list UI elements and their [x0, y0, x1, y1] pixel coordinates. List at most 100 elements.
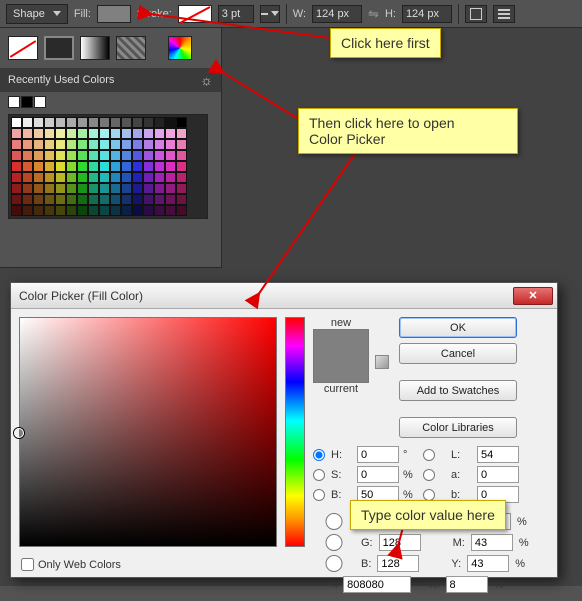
swatch[interactable]: [33, 117, 44, 128]
swatch[interactable]: [154, 161, 165, 172]
add-to-swatches-button[interactable]: Add to Swatches: [399, 380, 517, 401]
swatch[interactable]: [22, 205, 33, 216]
swatch[interactable]: [176, 117, 187, 128]
bh-radio[interactable]: [313, 489, 325, 501]
swatch[interactable]: [11, 194, 22, 205]
b-radio[interactable]: [423, 489, 435, 501]
swatch[interactable]: [176, 172, 187, 183]
r-radio[interactable]: [313, 513, 355, 530]
swatch[interactable]: [88, 150, 99, 161]
ok-button[interactable]: OK: [399, 317, 517, 338]
only-web-colors-checkbox[interactable]: Only Web Colors: [21, 558, 121, 571]
fill-pattern-button[interactable]: [116, 36, 146, 60]
swatch[interactable]: [88, 161, 99, 172]
fill-solid-button[interactable]: [44, 36, 74, 60]
m-input[interactable]: [471, 534, 513, 551]
swatch[interactable]: [55, 117, 66, 128]
swatch[interactable]: [154, 183, 165, 194]
swatch[interactable]: [110, 205, 121, 216]
height-input[interactable]: [402, 5, 452, 23]
recent-swatch[interactable]: [34, 96, 46, 108]
swatch[interactable]: [176, 128, 187, 139]
color-libraries-button[interactable]: Color Libraries: [399, 417, 517, 438]
swatch[interactable]: [33, 128, 44, 139]
swatch[interactable]: [154, 194, 165, 205]
l-radio[interactable]: [423, 449, 435, 461]
swatch[interactable]: [77, 161, 88, 172]
swatch[interactable]: [110, 139, 121, 150]
swatch[interactable]: [33, 150, 44, 161]
hex-input[interactable]: [343, 576, 411, 593]
a-input[interactable]: [477, 466, 519, 483]
swatch[interactable]: [165, 128, 176, 139]
swatch[interactable]: [99, 183, 110, 194]
swatch[interactable]: [121, 172, 132, 183]
swatch[interactable]: [44, 183, 55, 194]
swatch[interactable]: [154, 205, 165, 216]
swatch[interactable]: [121, 150, 132, 161]
swatch[interactable]: [33, 183, 44, 194]
swatch[interactable]: [77, 139, 88, 150]
sv-picker-handle[interactable]: [14, 428, 24, 438]
swatch[interactable]: [121, 139, 132, 150]
swatch[interactable]: [55, 183, 66, 194]
swatch[interactable]: [22, 194, 33, 205]
hue-slider[interactable]: [285, 317, 305, 547]
swatch[interactable]: [88, 183, 99, 194]
g-radio[interactable]: [313, 534, 355, 551]
swatch[interactable]: [143, 161, 154, 172]
swatch[interactable]: [66, 117, 77, 128]
swatch[interactable]: [44, 139, 55, 150]
swatch[interactable]: [143, 194, 154, 205]
swatch[interactable]: [88, 128, 99, 139]
swatch[interactable]: [165, 150, 176, 161]
swatch[interactable]: [121, 161, 132, 172]
swatch[interactable]: [55, 150, 66, 161]
swatch[interactable]: [132, 150, 143, 161]
swatch[interactable]: [176, 150, 187, 161]
swatch[interactable]: [132, 205, 143, 216]
swatch[interactable]: [66, 183, 77, 194]
swatch[interactable]: [33, 139, 44, 150]
swatch[interactable]: [44, 172, 55, 183]
swatch[interactable]: [22, 117, 33, 128]
swatch[interactable]: [11, 150, 22, 161]
swatch[interactable]: [22, 128, 33, 139]
swatch[interactable]: [121, 117, 132, 128]
swatch[interactable]: [176, 205, 187, 216]
swatch[interactable]: [143, 150, 154, 161]
h-input[interactable]: [357, 446, 399, 463]
swatch[interactable]: [22, 150, 33, 161]
swatch[interactable]: [99, 139, 110, 150]
swatch[interactable]: [66, 194, 77, 205]
swatch[interactable]: [99, 194, 110, 205]
k-input[interactable]: [446, 576, 488, 593]
swatch[interactable]: [99, 150, 110, 161]
link-wh-icon[interactable]: ⇋: [368, 6, 379, 22]
swatch[interactable]: [44, 161, 55, 172]
swatch[interactable]: [11, 139, 22, 150]
swatch[interactable]: [55, 161, 66, 172]
swatch[interactable]: [22, 172, 33, 183]
path-ops-button[interactable]: [465, 5, 487, 23]
swatch[interactable]: [110, 172, 121, 183]
swatch[interactable]: [22, 161, 33, 172]
swatch[interactable]: [143, 139, 154, 150]
swatch[interactable]: [55, 139, 66, 150]
swatch[interactable]: [11, 205, 22, 216]
swatch[interactable]: [110, 128, 121, 139]
swatch[interactable]: [176, 161, 187, 172]
swatch[interactable]: [77, 183, 88, 194]
swatch[interactable]: [88, 194, 99, 205]
swatch[interactable]: [44, 117, 55, 128]
a-radio[interactable]: [423, 469, 435, 481]
swatch[interactable]: [99, 172, 110, 183]
swatch[interactable]: [165, 183, 176, 194]
swatch[interactable]: [88, 205, 99, 216]
swatch[interactable]: [33, 205, 44, 216]
swatch[interactable]: [132, 117, 143, 128]
swatch[interactable]: [176, 194, 187, 205]
swatch[interactable]: [77, 205, 88, 216]
swatch[interactable]: [121, 205, 132, 216]
gear-icon[interactable]: ☼: [200, 72, 213, 88]
